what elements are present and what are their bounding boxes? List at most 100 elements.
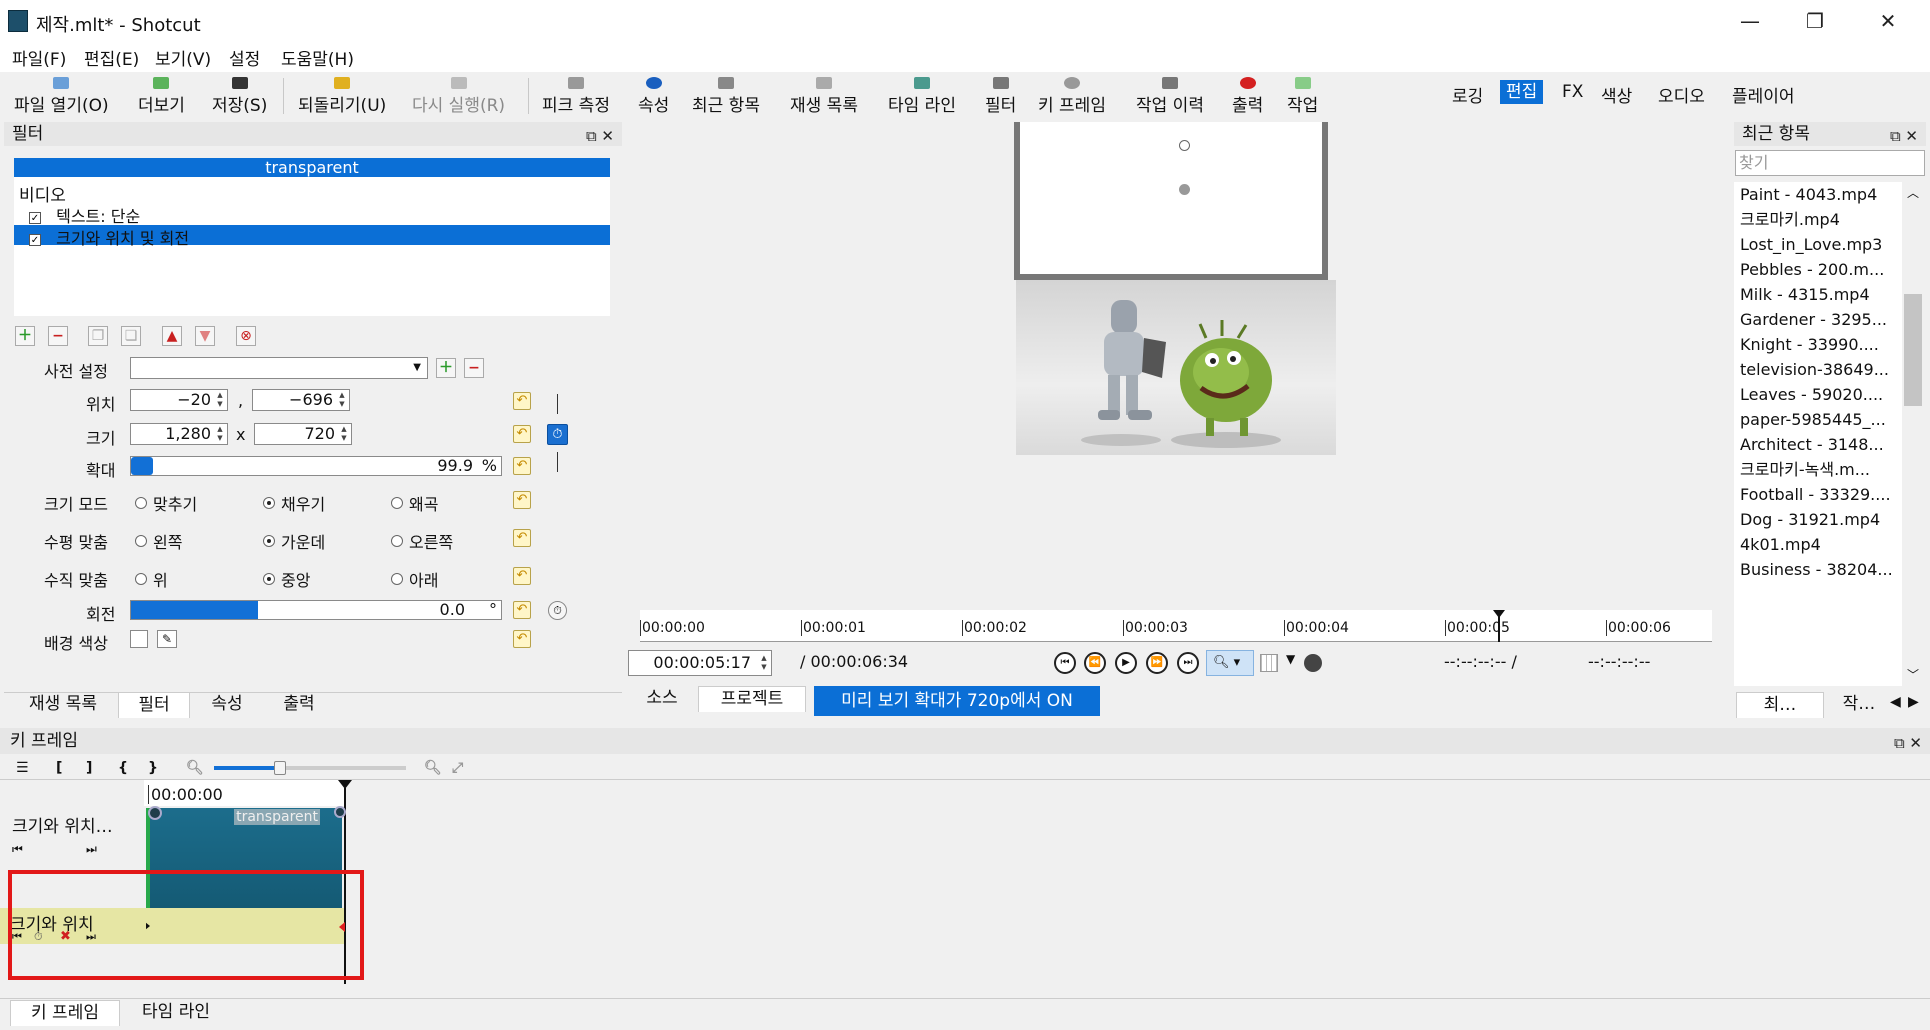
valign-bottom-radio[interactable]: 아래: [391, 567, 438, 591]
grid-dropdown-icon[interactable]: ▼: [1286, 652, 1295, 666]
list-item[interactable]: Pebbles - 200.m...: [1734, 257, 1902, 282]
minimize-button[interactable]: —: [1720, 0, 1780, 42]
filter-item-sizeposrot[interactable]: ✓ 크기와 위치 및 회전: [14, 225, 610, 248]
zoom-fit-icon[interactable]: ⤢: [452, 760, 463, 776]
add-preset-button[interactable]: ＋: [436, 358, 456, 378]
peak-meter-button[interactable]: 피크 측정: [542, 72, 610, 120]
position-x-input[interactable]: −20 ▲ ▼: [130, 389, 228, 411]
menu-edit[interactable]: 편집(E): [84, 45, 139, 70]
layout-fx[interactable]: FX: [1562, 82, 1583, 102]
recent-button[interactable]: 최근 항목: [692, 72, 760, 120]
tab-filters[interactable]: 필터: [118, 692, 190, 718]
size-mode-fit-radio[interactable]: 맞추기: [135, 491, 197, 515]
kf-next-icon[interactable]: ⏭: [86, 842, 97, 857]
redo-button[interactable]: 다시 실행(R): [412, 72, 505, 120]
scroll-up-icon[interactable]: ︿: [1907, 184, 1919, 201]
menu-help[interactable]: 도움말(H): [281, 45, 354, 70]
recent-scrollbar[interactable]: ︿ ﹀: [1902, 182, 1924, 686]
tab-scroll-right-icon[interactable]: ▶: [1908, 694, 1919, 710]
export-button[interactable]: 출력: [1232, 72, 1263, 120]
tab-source[interactable]: 소스: [628, 686, 696, 712]
more-button[interactable]: 더보기: [138, 72, 185, 120]
zoom-in-icon[interactable]: 🔍︎: [424, 760, 442, 776]
tab-recent[interactable]: 최…: [1736, 692, 1824, 718]
filter-enabled-checkbox[interactable]: ✓: [29, 233, 41, 246]
grid-icon[interactable]: [1260, 654, 1278, 672]
menu-view[interactable]: 보기(V): [155, 45, 211, 70]
remove-filter-button[interactable]: −: [48, 326, 68, 346]
preset-select[interactable]: ▼: [130, 357, 428, 379]
list-item[interactable]: Milk - 4315.mp4: [1734, 282, 1902, 307]
spin-arrows-icon[interactable]: ▲ ▼: [214, 391, 226, 409]
list-item[interactable]: television-38649...: [1734, 357, 1902, 382]
seek-prev-keyframe-icon[interactable]: [: [56, 760, 62, 776]
tab-playlist[interactable]: 재생 목록: [10, 692, 116, 718]
jobs-button[interactable]: 작업: [1287, 72, 1318, 120]
bg-color-swatch[interactable]: [130, 630, 148, 648]
dock-float-close-icons[interactable]: ⧉ ✕: [586, 124, 614, 148]
spin-arrows-icon[interactable]: ▲ ▼: [336, 391, 348, 409]
list-item[interactable]: Paint - 4043.mp4: [1734, 182, 1902, 207]
layout-editing[interactable]: 편집: [1500, 80, 1544, 104]
tab-project[interactable]: 프로젝트: [698, 686, 806, 712]
layout-player[interactable]: 플레이어: [1732, 82, 1795, 107]
list-item[interactable]: 크로마키.mp4: [1734, 207, 1902, 232]
save-button[interactable]: 저장(S): [212, 72, 267, 120]
set-out-icon[interactable]: }: [148, 760, 158, 776]
tab-properties[interactable]: 속성: [192, 692, 262, 718]
skip-next-icon[interactable]: ⏭: [1177, 652, 1199, 674]
list-item[interactable]: Knight - 33990....: [1734, 332, 1902, 357]
zoom-slider[interactable]: 99.9%: [130, 456, 502, 476]
kf-ruler[interactable]: 00:00:00: [144, 780, 344, 806]
size-mode-distort-radio[interactable]: 왜곡: [391, 491, 438, 515]
reset-size-mode-button[interactable]: ↶: [513, 491, 531, 509]
timecode-input[interactable]: 00:00:05:17 ▲ ▼: [628, 650, 772, 676]
list-item[interactable]: Business - 38204...: [1734, 557, 1902, 582]
size-mode-fill-radio[interactable]: 채우기: [263, 491, 325, 515]
volume-icon[interactable]: [1304, 654, 1322, 672]
list-item[interactable]: Football - 33329....: [1734, 482, 1902, 507]
scroll-down-icon[interactable]: ﹀: [1907, 666, 1919, 683]
move-up-button[interactable]: ▲: [162, 326, 182, 346]
zoom-menu-button[interactable]: 🔍︎ ▾: [1206, 650, 1254, 676]
list-item[interactable]: Leaves - 59020....: [1734, 382, 1902, 407]
size-width-input[interactable]: 1,280 ▲ ▼: [130, 423, 228, 445]
reset-zoom-button[interactable]: ↶: [513, 457, 531, 475]
spin-arrows-icon[interactable]: ▲ ▼: [338, 425, 350, 443]
menu-file[interactable]: 파일(F): [12, 45, 66, 70]
reset-size-button[interactable]: ↶: [513, 425, 531, 443]
remove-preset-button[interactable]: −: [464, 358, 484, 378]
list-item[interactable]: 크로마키-녹색.m...: [1734, 457, 1902, 482]
reset-valign-button[interactable]: ↶: [513, 567, 531, 585]
filter-item-text[interactable]: ✓ 텍스트: 단순: [14, 203, 610, 226]
fast-forward-icon[interactable]: ⏩: [1146, 652, 1168, 674]
layout-audio[interactable]: 오디오: [1658, 82, 1705, 107]
maximize-button[interactable]: ❐: [1785, 0, 1845, 42]
menu-settings[interactable]: 설정: [229, 45, 260, 70]
zoom-slider-handle[interactable]: [131, 457, 153, 475]
list-item[interactable]: Dog - 31921.mp4: [1734, 507, 1902, 532]
move-down-button[interactable]: ▼: [195, 326, 215, 346]
keyframe-stopwatch-icon[interactable]: ⏱: [548, 601, 567, 620]
list-item[interactable]: Lost_in_Love.mp3: [1734, 232, 1902, 257]
list-item[interactable]: paper-5985445_...: [1734, 407, 1902, 432]
layout-logging[interactable]: 로깅: [1452, 82, 1483, 107]
zoom-out-icon[interactable]: 🔍︎: [186, 760, 204, 776]
spin-arrows-icon[interactable]: ▲ ▼: [214, 425, 226, 443]
keyframe-stopwatch-icon[interactable]: ⏱: [547, 424, 568, 445]
rotation-overlay-area[interactable]: [1020, 122, 1322, 274]
filter-enabled-checkbox[interactable]: ✓: [29, 211, 41, 224]
dock-float-close-icons[interactable]: ⧉ ✕: [1894, 730, 1922, 756]
paste-filter-button[interactable]: ❏: [121, 326, 141, 346]
reset-halign-button[interactable]: ↶: [513, 529, 531, 547]
list-item[interactable]: 4k01.mp4: [1734, 532, 1902, 557]
player-ruler[interactable]: 00:00:00 00:00:01 00:00:02 00:00:03 00:0…: [640, 610, 1712, 642]
scrollbar-thumb[interactable]: [1904, 294, 1922, 406]
rewind-icon[interactable]: ⏪: [1084, 652, 1106, 674]
list-item[interactable]: Gardener - 3295...: [1734, 307, 1902, 332]
reset-bg-color-button[interactable]: ↶: [513, 630, 531, 648]
add-filter-button[interactable]: ＋: [15, 326, 35, 346]
timeline-button[interactable]: 타임 라인: [888, 72, 956, 120]
center-handle-icon[interactable]: [1179, 184, 1190, 195]
copy-filter-button[interactable]: ❐: [88, 326, 108, 346]
